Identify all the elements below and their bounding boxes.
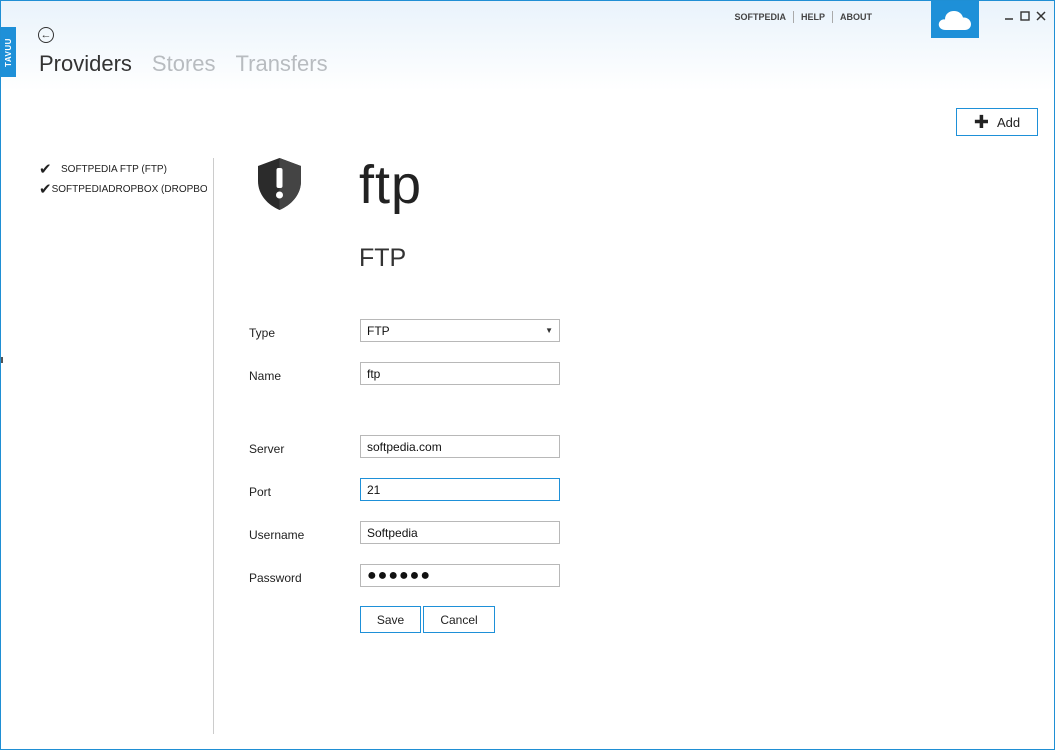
type-dropdown[interactable]: FTP ▼	[360, 319, 560, 342]
plus-icon: ✚	[973, 112, 989, 132]
provider-item-softpedia-ftp[interactable]: ✔ SOFTPEDIA FTP (FTP)	[39, 159, 207, 179]
cloud-button[interactable]	[931, 1, 979, 38]
header-background	[1, 1, 1054, 91]
name-label: Name	[249, 369, 282, 383]
type-value: FTP	[367, 323, 390, 338]
help-link[interactable]: HELP	[801, 12, 825, 22]
name-input[interactable]: ftp	[360, 362, 560, 385]
cancel-button[interactable]: Cancel	[423, 606, 495, 633]
checkmark-icon: ✔	[39, 180, 52, 198]
back-arrow-icon: ←	[40, 28, 52, 41]
password-input[interactable]: ●●●●●●	[360, 564, 560, 587]
add-button-label: Add	[996, 114, 1021, 130]
server-input[interactable]: softpedia.com	[360, 435, 560, 458]
password-value: ●●●●●●	[367, 566, 431, 584]
server-label: Server	[249, 442, 285, 456]
cloud-icon	[938, 10, 971, 30]
app-window: TAVUU ← Providers Stores Transfers SOFTP…	[0, 0, 1055, 750]
main-tabs: Providers Stores Transfers	[39, 51, 328, 77]
add-provider-button[interactable]: ✚ Add	[956, 108, 1038, 136]
side-tab-label: TAVUU	[4, 37, 13, 67]
save-button[interactable]: Save	[360, 606, 421, 633]
port-value: 21	[367, 482, 381, 497]
tab-transfers[interactable]: Transfers	[236, 51, 328, 77]
provider-title: FTP	[359, 244, 407, 272]
minimize-icon[interactable]	[1002, 9, 1016, 23]
panel-divider	[213, 158, 214, 734]
about-link[interactable]: ABOUT	[840, 12, 872, 22]
provider-label: SOFTPEDIA FTP (FTP)	[61, 163, 167, 175]
name-value: ftp	[367, 366, 381, 381]
dropdown-arrow-icon: ▼	[545, 326, 553, 335]
provider-item-softpedia-dropbox[interactable]: ✔ SOFTPEDIADROPBOX (DROPBOX)	[39, 179, 207, 199]
username-label: Username	[249, 528, 305, 542]
checkmark-icon: ✔	[39, 160, 52, 178]
back-button[interactable]: ←	[38, 27, 54, 43]
link-divider	[792, 11, 794, 23]
password-label: Password	[249, 571, 302, 585]
shield-warning-icon	[258, 158, 301, 210]
port-label: Port	[249, 485, 272, 499]
provider-list: ✔ SOFTPEDIA FTP (FTP) ✔ SOFTPEDIADROPBOX…	[39, 159, 207, 199]
softpedia-link[interactable]: SOFTPEDIA	[734, 12, 786, 22]
type-label: Type	[249, 326, 276, 340]
username-value: Softpedia	[367, 525, 418, 540]
provider-logo-text: ftp	[359, 155, 423, 215]
close-icon[interactable]	[1034, 9, 1048, 23]
link-divider	[832, 11, 833, 23]
window-edge-mark	[1, 357, 3, 363]
top-links: SOFTPEDIA HELP ABOUT	[734, 11, 872, 23]
port-input[interactable]: 21	[360, 478, 560, 501]
provider-label: SOFTPEDIADROPBOX (DROPBOX)	[51, 183, 207, 195]
server-value: softpedia.com	[367, 439, 442, 454]
side-tab[interactable]: TAVUU	[1, 27, 16, 77]
tab-providers[interactable]: Providers	[39, 51, 132, 77]
maximize-icon[interactable]	[1018, 9, 1032, 23]
username-input[interactable]: Softpedia	[360, 521, 560, 544]
tab-stores[interactable]: Stores	[152, 51, 216, 77]
